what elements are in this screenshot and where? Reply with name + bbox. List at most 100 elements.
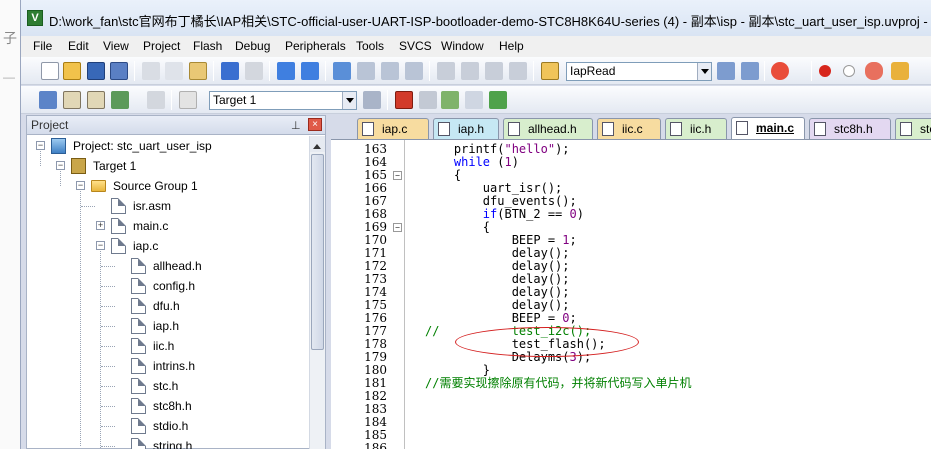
chevron-down-icon[interactable] — [342, 92, 356, 109]
batch-build-icon[interactable] — [111, 91, 129, 109]
menu-help[interactable]: Help — [497, 39, 526, 53]
code-line[interactable]: 179 Delayms(3); — [331, 351, 931, 364]
redo-icon[interactable] — [245, 62, 263, 80]
code-line[interactable]: 171 delay(); — [331, 247, 931, 260]
save-icon[interactable] — [87, 62, 105, 80]
file-icon — [131, 378, 146, 394]
code-line[interactable]: 183 — [331, 403, 931, 416]
find-icon[interactable] — [717, 62, 735, 80]
menu-tools[interactable]: Tools — [354, 39, 386, 53]
expand-icon[interactable]: + — [96, 221, 105, 230]
tab-iap-c[interactable]: iap.c — [357, 118, 429, 139]
navigate-back-icon[interactable] — [277, 62, 295, 80]
tab-stc8h-h[interactable]: stc8h.h — [809, 118, 891, 139]
disable-breakpoint-icon[interactable] — [843, 65, 855, 77]
undo-icon[interactable] — [221, 62, 239, 80]
cut-icon[interactable] — [142, 62, 160, 80]
tab-allhead-h[interactable]: allhead.h — [503, 118, 593, 139]
menu-project[interactable]: Project — [141, 39, 182, 53]
code-line[interactable]: 170 BEEP = 1; — [331, 234, 931, 247]
code-line[interactable]: 174 delay(); — [331, 286, 931, 299]
find-combo[interactable]: IapRead — [566, 62, 712, 81]
navigate-forward-icon[interactable] — [301, 62, 319, 80]
code-line[interactable]: 172 delay(); — [331, 260, 931, 273]
scroll-up-icon[interactable] — [310, 136, 325, 152]
code-line[interactable]: 185 — [331, 429, 931, 442]
pin-icon[interactable]: ⊥ — [291, 119, 301, 132]
code-line[interactable]: 182 — [331, 390, 931, 403]
menu-debug[interactable]: Debug — [233, 39, 272, 53]
code-line[interactable]: 181//需要实现擦除原有代码，并将新代码写入单片机 — [331, 377, 931, 390]
bookmark-icon[interactable] — [333, 62, 351, 80]
code-editor[interactable]: 163 printf("hello"); 164 while (1) 165− {1… — [331, 139, 931, 449]
uvision-app-icon[interactable]: V — [27, 10, 43, 26]
project-scrollbar[interactable] — [309, 136, 325, 449]
manage-components-icon[interactable] — [419, 91, 437, 109]
translate-icon[interactable] — [39, 91, 57, 109]
select-packs-icon[interactable] — [441, 91, 459, 109]
file-extensions-icon[interactable] — [395, 91, 413, 109]
tab-iap-h[interactable]: iap.h — [433, 118, 499, 139]
find-in-files-icon[interactable] — [541, 62, 559, 80]
code-line[interactable]: 184 — [331, 416, 931, 429]
menu-window[interactable]: Window — [439, 39, 486, 53]
incremental-find-icon[interactable] — [741, 62, 759, 80]
run-time-environment-icon[interactable] — [489, 91, 507, 109]
fold-icon[interactable]: − — [393, 171, 402, 180]
pack-installer-icon[interactable] — [465, 91, 483, 109]
prev-bookmark-icon[interactable] — [357, 62, 375, 80]
menu-svcs[interactable]: SVCS — [397, 39, 434, 53]
code-line[interactable]: 165− { — [331, 169, 931, 182]
fold-icon[interactable]: − — [393, 223, 402, 232]
menu-edit[interactable]: Edit — [66, 39, 91, 53]
uncomment-icon[interactable] — [509, 62, 527, 80]
target-options-icon[interactable] — [363, 91, 381, 109]
comment-icon[interactable] — [485, 62, 503, 80]
menu-file[interactable]: File — [31, 39, 54, 53]
new-file-icon[interactable] — [41, 62, 59, 80]
tab-iic-c[interactable]: iic.c — [597, 118, 661, 139]
code-line[interactable]: 186 — [331, 442, 931, 449]
scroll-thumb[interactable] — [311, 154, 324, 350]
collapse-icon[interactable]: − — [56, 161, 65, 170]
code-line[interactable]: 164 while (1) — [331, 156, 931, 169]
code-line[interactable]: 175 delay(); — [331, 299, 931, 312]
unindent-icon[interactable] — [461, 62, 479, 80]
download-icon[interactable] — [179, 91, 197, 109]
code-line[interactable]: 167 dfu_events(); — [331, 195, 931, 208]
tab-stc-h[interactable]: stc.h — [895, 118, 931, 139]
copy-icon[interactable] — [165, 62, 183, 80]
code-line[interactable]: 173 delay(); — [331, 273, 931, 286]
breakpoint-icon[interactable] — [819, 65, 831, 77]
close-icon[interactable]: × — [308, 118, 322, 131]
paste-icon[interactable] — [189, 62, 207, 80]
code-line[interactable]: 176 BEEP = 0; — [331, 312, 931, 325]
menu-view[interactable]: View — [101, 39, 131, 53]
indent-icon[interactable] — [437, 62, 455, 80]
open-folder-icon[interactable] — [63, 62, 81, 80]
chevron-down-icon[interactable] — [697, 63, 711, 80]
menu-flash[interactable]: Flash — [191, 39, 224, 53]
tab-iic-h[interactable]: iic.h — [665, 118, 727, 139]
target-combo[interactable]: Target 1 — [209, 91, 357, 110]
tab-main-c[interactable]: main.c — [731, 117, 805, 140]
build-icon[interactable] — [63, 91, 81, 109]
kill-breakpoints-icon[interactable] — [865, 62, 883, 80]
menu-peripherals[interactable]: Peripherals — [283, 39, 348, 53]
save-all-icon[interactable] — [110, 62, 128, 80]
code-line[interactable]: 166 uart_isr(); — [331, 182, 931, 195]
code-line[interactable]: 169− { — [331, 221, 931, 234]
clear-bookmarks-icon[interactable] — [405, 62, 423, 80]
collapse-icon[interactable]: − — [76, 181, 85, 190]
code-line[interactable]: 163 printf("hello"); — [331, 143, 931, 156]
stop-build-icon[interactable] — [147, 91, 165, 109]
code-line[interactable]: 168 if(BTN_2 == 0) — [331, 208, 931, 221]
collapse-icon[interactable]: − — [36, 141, 45, 150]
configure-icon[interactable] — [891, 62, 909, 80]
debug-session-icon[interactable] — [771, 62, 789, 80]
rebuild-icon[interactable] — [87, 91, 105, 109]
project-panel-header: Project ⊥ × — [27, 116, 325, 135]
next-bookmark-icon[interactable] — [381, 62, 399, 80]
file-icon — [131, 318, 146, 334]
collapse-icon[interactable]: − — [96, 241, 105, 250]
